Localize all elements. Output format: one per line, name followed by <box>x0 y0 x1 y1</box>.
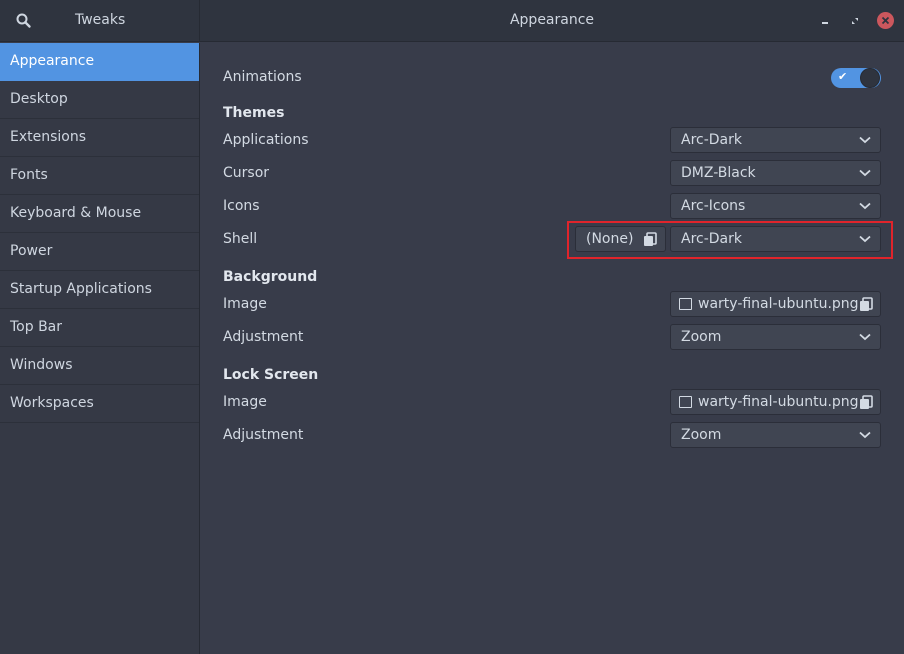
document-icon <box>860 395 873 409</box>
applications-label: Applications <box>223 132 309 148</box>
applications-theme-value: Arc-Dark <box>681 132 742 148</box>
chevron-down-icon <box>859 431 871 439</box>
cursor-theme-value: DMZ-Black <box>681 165 756 181</box>
background-image-label: Image <box>223 296 267 312</box>
maximize-icon <box>852 18 858 24</box>
chevron-down-icon <box>859 136 871 144</box>
sidebar-item-extensions[interactable]: Extensions <box>0 119 199 157</box>
maximize-button[interactable] <box>847 13 863 29</box>
check-icon: ✔ <box>838 70 848 83</box>
lock-screen-adjustment-value: Zoom <box>681 427 722 443</box>
close-button[interactable] <box>877 12 894 29</box>
lock-screen-image-value: warty-final-ubuntu.png <box>698 394 859 410</box>
minimize-icon <box>822 22 828 24</box>
shell-label: Shell <box>223 231 258 247</box>
title-bar: Tweaks Appearance <box>0 0 904 42</box>
appearance-panel: Animations ✔ Themes Applications Arc-Dar… <box>201 43 904 654</box>
cursor-label: Cursor <box>223 165 270 181</box>
sidebar-item-windows[interactable]: Windows <box>0 347 199 385</box>
chevron-down-icon <box>859 333 871 341</box>
lock-screen-image-label: Image <box>223 394 267 410</box>
sidebar-item-appearance[interactable]: Appearance <box>0 43 199 81</box>
sidebar-item-power[interactable]: Power <box>0 233 199 271</box>
sidebar-item-fonts[interactable]: Fonts <box>0 157 199 195</box>
sidebar-item-keyboard-mouse[interactable]: Keyboard & Mouse <box>0 195 199 233</box>
sidebar-item-workspaces[interactable]: Workspaces <box>0 385 199 423</box>
image-icon <box>679 298 692 310</box>
lock-screen-adjustment-dropdown[interactable]: Zoom <box>670 422 881 448</box>
icons-theme-dropdown[interactable]: Arc-Icons <box>670 193 881 219</box>
minimize-button[interactable] <box>817 13 833 29</box>
applications-theme-dropdown[interactable]: Arc-Dark <box>670 127 881 153</box>
close-icon <box>881 16 890 25</box>
background-adjustment-dropdown[interactable]: Zoom <box>670 324 881 350</box>
chevron-down-icon <box>859 169 871 177</box>
window-title: Appearance <box>509 12 595 28</box>
background-adjustment-label: Adjustment <box>223 329 304 345</box>
sidebar-item-top-bar[interactable]: Top Bar <box>0 309 199 347</box>
chevron-down-icon <box>859 202 871 210</box>
switch-knob <box>860 68 880 88</box>
lock-screen-section-title: Lock Screen <box>223 367 319 383</box>
document-icon <box>860 297 873 311</box>
shell-highlight-box <box>567 221 893 259</box>
icons-theme-value: Arc-Icons <box>681 198 746 214</box>
lock-screen-image-chooser[interactable]: warty-final-ubuntu.png <box>670 389 881 415</box>
animations-switch[interactable]: ✔ <box>831 68 881 88</box>
animations-label: Animations <box>223 69 302 85</box>
background-section-title: Background <box>223 269 318 285</box>
sidebar: Appearance Desktop Extensions Fonts Keyb… <box>0 43 200 654</box>
sidebar-item-startup-applications[interactable]: Startup Applications <box>0 271 199 309</box>
themes-section-title: Themes <box>223 105 285 121</box>
sidebar-item-desktop[interactable]: Desktop <box>0 81 199 119</box>
background-adjustment-value: Zoom <box>681 329 722 345</box>
background-image-chooser[interactable]: warty-final-ubuntu.png <box>670 291 881 317</box>
cursor-theme-dropdown[interactable]: DMZ-Black <box>670 160 881 186</box>
icons-label: Icons <box>223 198 260 214</box>
image-icon <box>679 396 692 408</box>
lock-screen-adjustment-label: Adjustment <box>223 427 304 443</box>
background-image-value: warty-final-ubuntu.png <box>698 296 859 312</box>
